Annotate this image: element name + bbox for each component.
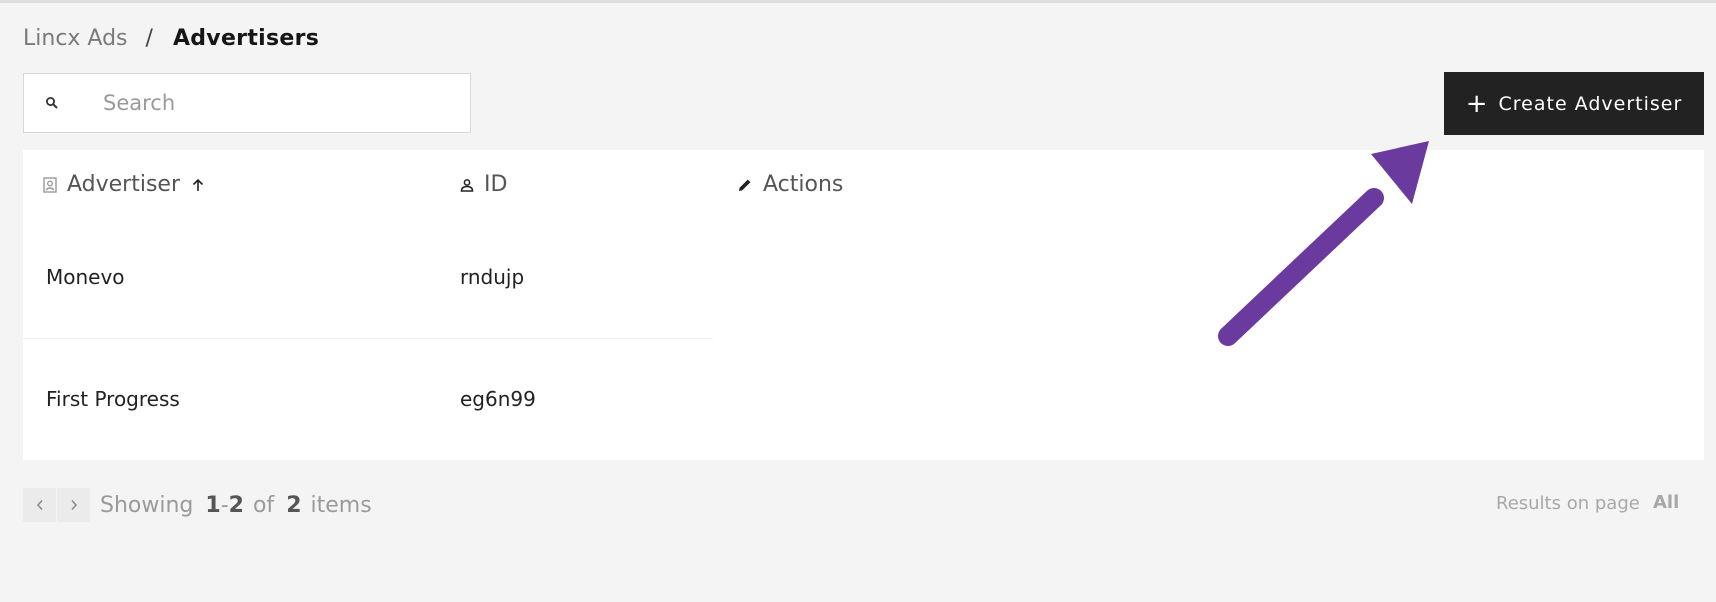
column-header-label: Actions	[763, 172, 844, 197]
showing-label: Showing	[100, 492, 194, 518]
chevron-right-icon	[70, 500, 77, 510]
advertisers-table: Advertiser ID Actions Monevo rndujp Firs…	[23, 150, 1704, 460]
create-advertiser-label: Create Advertiser	[1498, 92, 1683, 115]
chevron-left-icon	[36, 500, 43, 510]
search-box[interactable]	[23, 73, 471, 133]
column-header-actions: Actions	[737, 172, 843, 197]
pencil-icon	[739, 179, 751, 191]
range-separator: -	[220, 492, 229, 518]
results-on-page-label: Results on page	[1496, 493, 1640, 514]
table-cell-id: eg6n99	[460, 387, 536, 411]
breadcrumb: Lincx Ads / Advertisers	[23, 26, 319, 51]
sort-ascending-icon[interactable]	[192, 178, 204, 192]
breadcrumb-separator: /	[145, 26, 153, 51]
pagination: Showing 1 - 2 of 2 items	[23, 488, 372, 522]
next-page-button[interactable]	[57, 488, 90, 522]
items-label: items	[310, 492, 372, 518]
table-cell-advertiser[interactable]: Monevo	[46, 265, 125, 289]
column-header-label: ID	[484, 172, 508, 197]
column-header-label: Advertiser	[67, 172, 181, 197]
column-header-id[interactable]: ID	[460, 172, 507, 197]
plus-icon: +	[1465, 88, 1489, 119]
table-cell-id: rndujp	[460, 265, 525, 289]
previous-page-button[interactable]	[23, 488, 56, 522]
range-end: 2	[228, 492, 244, 518]
range-start: 1	[205, 492, 221, 518]
pagination-summary: Showing 1 - 2 of 2 items	[100, 493, 372, 518]
breadcrumb-parent-link[interactable]: Lincx Ads	[23, 26, 128, 51]
results-on-page-all-option[interactable]: All	[1653, 492, 1679, 513]
page-title: Advertisers	[172, 26, 320, 51]
row-divider	[23, 338, 713, 339]
top-divider	[0, 0, 1716, 3]
person-icon	[460, 178, 474, 192]
column-header-advertiser[interactable]: Advertiser	[43, 172, 214, 197]
create-advertiser-button[interactable]: + Create Advertiser	[1444, 72, 1704, 135]
of-label: of	[252, 492, 275, 518]
table-cell-advertiser[interactable]: First Progress	[46, 387, 180, 411]
advertiser-badge-icon	[43, 176, 57, 193]
total-count: 2	[286, 492, 302, 518]
search-input[interactable]	[101, 90, 445, 116]
search-icon	[46, 97, 58, 109]
